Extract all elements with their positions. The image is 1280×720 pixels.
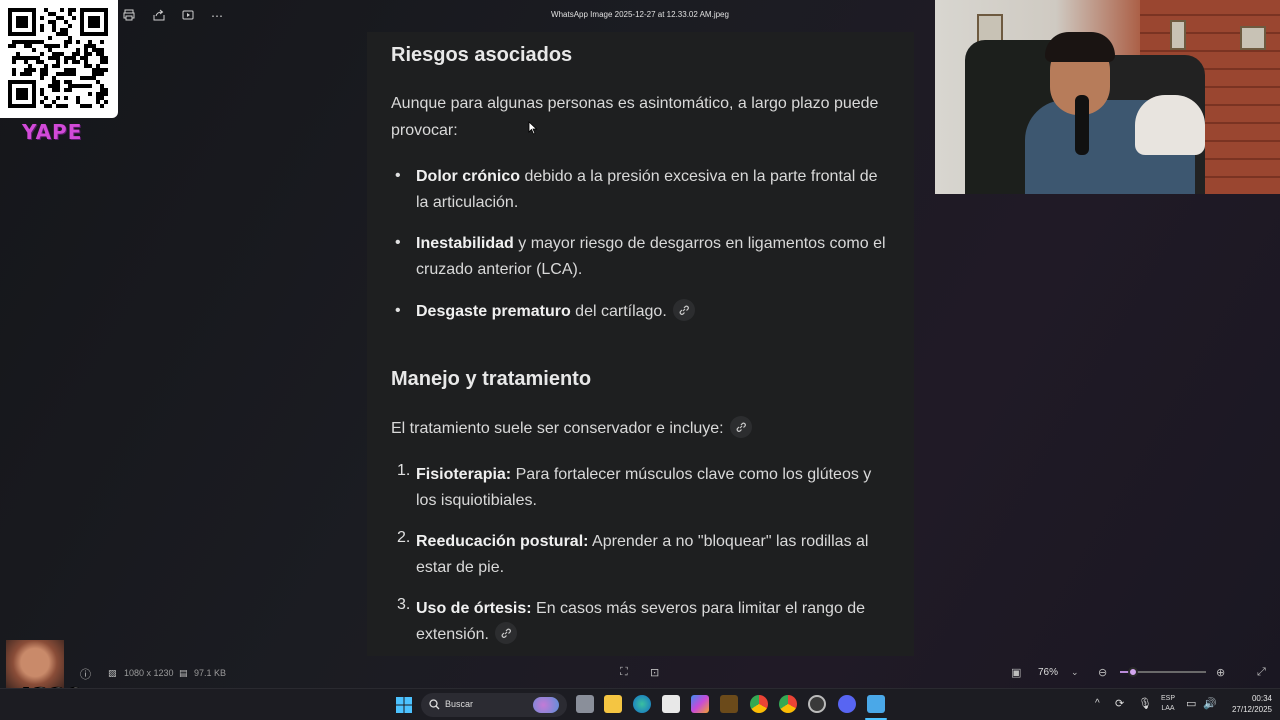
document-image: Riesgos asociados Aunque para algunas pe… [367, 32, 914, 656]
item-bold: Reeducación postural: [416, 533, 589, 550]
sync-icon[interactable]: ⟳ [1115, 697, 1124, 710]
item-bold: Uso de órtesis: [416, 600, 532, 617]
bullet: • [395, 302, 401, 319]
yape-label: YAPE [22, 120, 83, 144]
link-chip [729, 415, 752, 438]
link-icon [679, 305, 689, 315]
viewer-statusbar: ⓘ ▨ 1080 x 1230 ▤ 97.1 KB ⛶ ⊡ ▣ 76% ⌄ ⊖ … [0, 660, 1280, 686]
section-heading-riesgos: Riesgos asociados [391, 44, 573, 66]
chrome-icon[interactable] [750, 695, 768, 713]
bullet: • [395, 167, 401, 184]
section-intro-riesgos: Aunque para algunas personas es asintomá… [391, 95, 879, 139]
fit-to-window-icon[interactable]: ▣ [1011, 666, 1021, 679]
language-secondary[interactable]: LAA [1158, 705, 1178, 712]
link-icon [736, 422, 746, 432]
search-placeholder: Buscar [445, 699, 474, 709]
edge-icon[interactable] [633, 695, 651, 713]
task-view-icon[interactable] [576, 695, 594, 713]
streamer-sleeve [1135, 95, 1205, 155]
chrome-profile-icon[interactable] [779, 695, 797, 713]
zoom-level[interactable]: 76% [1038, 667, 1058, 678]
mouse-cursor-icon [528, 121, 538, 135]
taskbar-search[interactable]: Buscar [421, 693, 567, 717]
webcam-feed [935, 0, 1280, 194]
file-size-icon: ▤ [179, 668, 188, 678]
zoom-in-icon[interactable]: ⊕ [1216, 666, 1225, 679]
streamer-hair [1045, 32, 1115, 62]
photos-icon[interactable] [867, 695, 885, 713]
microphone [1075, 95, 1089, 155]
scan-icon[interactable]: ⊡ [650, 666, 659, 679]
chevron-down-icon[interactable]: ⌄ [1071, 667, 1079, 678]
fit-icon[interactable]: ⛶ [620, 666, 628, 679]
link-chip [494, 621, 517, 644]
wall-frame [1240, 26, 1266, 50]
item-bold: Dolor crónico [416, 168, 521, 185]
info-icon[interactable]: ⓘ [80, 666, 91, 682]
file-size: 97.1 KB [194, 668, 227, 678]
clock-time: 00:34 [1251, 694, 1272, 703]
viewer-toolbar: ⋯ WhatsApp Image 2025-12-27 at 12.33.02 … [0, 0, 935, 32]
store-icon[interactable] [662, 695, 680, 713]
section-intro-manejo: El tratamiento suele ser conservador e i… [391, 415, 881, 442]
section-heading-manejo: Manejo y tratamiento [391, 368, 592, 390]
dimensions-icon: ▨ [108, 668, 117, 678]
item-number: 2. [397, 529, 411, 546]
volume-icon[interactable]: 🔊 [1203, 697, 1217, 710]
item-number: 1. [397, 462, 411, 479]
search-highlight-icon [533, 697, 559, 713]
tray-overflow-icon[interactable]: ^ [1095, 698, 1100, 709]
zoom-slider-knob[interactable] [1127, 667, 1138, 677]
clock-date: 27/12/2025 [1231, 705, 1272, 714]
image-dimensions: 1080 x 1230 [124, 668, 174, 678]
microphone-icon[interactable]: 🎙 [1138, 697, 1152, 710]
copilot-icon[interactable] [691, 695, 709, 713]
item-bold: Fisioterapia: [416, 466, 512, 483]
link-icon [501, 628, 511, 638]
item-number: 3. [397, 596, 411, 613]
language-primary[interactable]: ESP [1158, 695, 1178, 702]
wall-frame [1170, 20, 1186, 50]
item-bold: Desgaste prematuro [416, 303, 571, 320]
fullscreen-icon[interactable]: ⤢ [1257, 666, 1266, 679]
app-icon[interactable] [720, 695, 738, 713]
search-icon [429, 699, 440, 710]
qr-code [0, 0, 118, 118]
item-bold: Inestabilidad [416, 235, 514, 252]
file-explorer-icon[interactable] [604, 695, 622, 713]
zoom-out-icon[interactable]: ⊖ [1098, 666, 1107, 679]
taskbar-clock[interactable]: 00:34 27/12/2025 [1222, 693, 1272, 715]
discord-icon[interactable] [838, 695, 856, 713]
network-icon[interactable]: ▭ [1186, 697, 1196, 710]
zoom-slider[interactable] [1120, 667, 1206, 677]
link-chip [672, 298, 695, 321]
bullet: • [395, 234, 401, 251]
windows-start-icon[interactable] [396, 697, 412, 713]
windows-taskbar: Buscar ^ ⟳ 🎙 ESP LAA ▭ 🔊 00:34 27/12/202… [0, 688, 1280, 720]
item-text: del cartílago. [570, 303, 667, 320]
obs-icon[interactable] [808, 695, 826, 713]
